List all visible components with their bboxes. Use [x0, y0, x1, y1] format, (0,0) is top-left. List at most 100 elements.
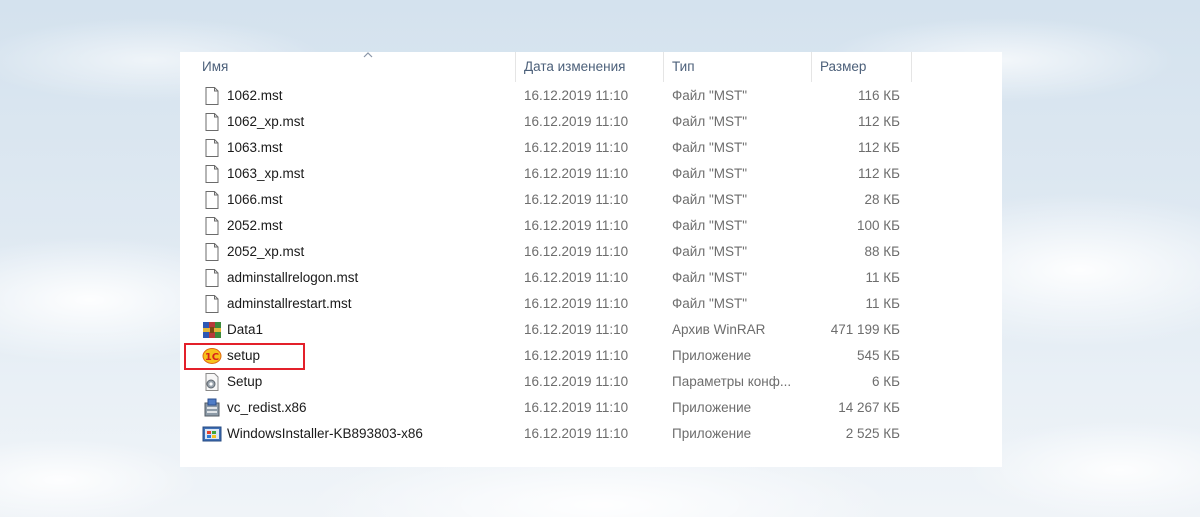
file-name: WindowsInstaller-KB893803-x86	[227, 426, 423, 441]
column-header-type-label: Тип	[672, 59, 695, 74]
file-row[interactable]: Setup 16.12.2019 11:10 Параметры конф... 6 …	[200, 369, 920, 395]
file-type: Файл "MST"	[672, 192, 748, 207]
file-date: 16.12.2019 11:10	[524, 374, 629, 389]
file-date: 16.12.2019 11:10	[524, 244, 629, 259]
file-row[interactable]: 1063.mst 16.12.2019 11:10 Файл "MST" 112 КБ	[200, 135, 920, 161]
file-icon-cell	[200, 187, 222, 213]
config-settings-icon	[202, 372, 222, 392]
file-date: 16.12.2019 11:10	[524, 426, 629, 441]
sort-ascending-icon	[363, 52, 373, 58]
file-row[interactable]: 1С setup 16.12.2019 11:10 Приложение 545 КБ	[200, 343, 920, 369]
file-icon-cell	[200, 369, 222, 395]
file-type: Файл "MST"	[672, 296, 748, 311]
file-name: 1063.mst	[227, 140, 283, 155]
file-size: 112 КБ	[858, 114, 900, 129]
document-icon	[202, 216, 222, 236]
file-icon-cell	[200, 395, 222, 421]
document-icon	[202, 242, 222, 262]
file-size: 112 КБ	[858, 166, 900, 181]
file-size: 11 КБ	[865, 270, 901, 285]
file-type: Файл "MST"	[672, 218, 748, 233]
svg-text:1С: 1С	[205, 352, 219, 363]
column-header-type[interactable]: Тип	[664, 52, 812, 82]
file-icon-cell: 1С	[200, 343, 222, 369]
file-size: 2 525 КБ	[845, 426, 900, 441]
windows-installer-icon	[202, 424, 222, 444]
file-explorer-list: Имя Дата изменения Тип Размер 1062.mst 16…	[180, 52, 1002, 467]
file-size: 112 КБ	[858, 140, 900, 155]
file-icon-cell	[200, 265, 222, 291]
file-name: 1062.mst	[227, 88, 283, 103]
file-row[interactable]: adminstallrelogon.mst 16.12.2019 11:10 Фай…	[200, 265, 920, 291]
column-header-date[interactable]: Дата изменения	[516, 52, 664, 82]
file-row[interactable]: vc_redist.x86 16.12.2019 11:10 Приложение 1…	[200, 395, 920, 421]
document-icon	[202, 190, 222, 210]
file-name: setup	[227, 348, 261, 363]
file-date: 16.12.2019 11:10	[524, 114, 629, 129]
file-date: 16.12.2019 11:10	[524, 192, 629, 207]
file-size: 11 КБ	[865, 296, 901, 311]
file-date: 16.12.2019 11:10	[524, 166, 629, 181]
file-type: Файл "MST"	[672, 270, 748, 285]
file-row[interactable]: adminstallrestart.mst 16.12.2019 11:10 Фай…	[200, 291, 920, 317]
file-row[interactable]: 1062.mst 16.12.2019 11:10 Файл "MST" 116 КБ	[200, 83, 920, 109]
document-icon	[202, 138, 222, 158]
file-row[interactable]: 2052.mst 16.12.2019 11:10 Файл "MST" 100 КБ	[200, 213, 920, 239]
file-icon-cell	[200, 291, 222, 317]
column-header-date-label: Дата изменения	[524, 59, 626, 74]
file-row[interactable]: 1066.mst 16.12.2019 11:10 Файл "MST" 28 КБ	[200, 187, 920, 213]
file-icon-cell	[200, 161, 222, 187]
file-name: adminstallrelogon.mst	[227, 270, 359, 285]
file-row[interactable]: 1063_xp.mst 16.12.2019 11:10 Файл "MST" 112…	[200, 161, 920, 187]
file-name: 1063_xp.mst	[227, 166, 305, 181]
file-date: 16.12.2019 11:10	[524, 400, 629, 415]
file-name: vc_redist.x86	[227, 400, 307, 415]
file-icon-cell	[200, 83, 222, 109]
column-header-size-label: Размер	[820, 59, 867, 74]
winrar-archive-icon	[202, 320, 222, 340]
document-icon	[202, 86, 222, 106]
file-size: 471 199 КБ	[830, 322, 900, 337]
file-size: 6 КБ	[872, 374, 900, 389]
file-name: adminstallrestart.mst	[227, 296, 352, 311]
file-type: Файл "MST"	[672, 244, 748, 259]
file-size: 116 КБ	[858, 88, 900, 103]
file-type: Файл "MST"	[672, 140, 748, 155]
file-type: Приложение	[672, 426, 752, 441]
file-type: Архив WinRAR	[672, 322, 766, 337]
file-name: 2052.mst	[227, 218, 283, 233]
installer-icon	[202, 398, 222, 418]
document-icon	[202, 112, 222, 132]
document-icon	[202, 164, 222, 184]
document-icon	[202, 268, 222, 288]
file-icon-cell	[200, 213, 222, 239]
column-header: Имя Дата изменения Тип Размер	[180, 52, 1002, 82]
column-header-name-label: Имя	[202, 59, 229, 74]
file-name: 1066.mst	[227, 192, 283, 207]
file-type: Файл "MST"	[672, 88, 748, 103]
file-type: Файл "MST"	[672, 166, 748, 181]
file-date: 16.12.2019 11:10	[524, 296, 629, 311]
file-type: Параметры конф...	[672, 374, 792, 389]
file-size: 100 КБ	[857, 218, 900, 233]
column-header-size[interactable]: Размер	[812, 52, 912, 82]
file-row[interactable]: 1062_xp.mst 16.12.2019 11:10 Файл "MST" 112…	[200, 109, 920, 135]
file-date: 16.12.2019 11:10	[524, 88, 629, 103]
file-type: Приложение	[672, 400, 752, 415]
file-type: Файл "MST"	[672, 114, 748, 129]
file-row[interactable]: 2052_xp.mst 16.12.2019 11:10 Файл "MST" 88 …	[200, 239, 920, 265]
file-name: Setup	[227, 374, 263, 389]
file-date: 16.12.2019 11:10	[524, 348, 629, 363]
file-row[interactable]: WindowsInstaller-KB893803-x86 16.12.2019 …	[200, 421, 920, 447]
column-header-name[interactable]: Имя	[194, 52, 516, 82]
file-icon-cell	[200, 239, 222, 265]
file-date: 16.12.2019 11:10	[524, 270, 629, 285]
file-date: 16.12.2019 11:10	[524, 322, 629, 337]
file-size: 14 267 КБ	[838, 400, 900, 415]
file-icon-cell	[200, 109, 222, 135]
file-size: 28 КБ	[864, 192, 901, 207]
file-name: 2052_xp.mst	[227, 244, 305, 259]
file-size: 545 КБ	[857, 348, 900, 363]
file-icon-cell	[200, 317, 222, 343]
file-row[interactable]: Data1 16.12.2019 11:10 Архив WinRAR 471 199…	[200, 317, 920, 343]
